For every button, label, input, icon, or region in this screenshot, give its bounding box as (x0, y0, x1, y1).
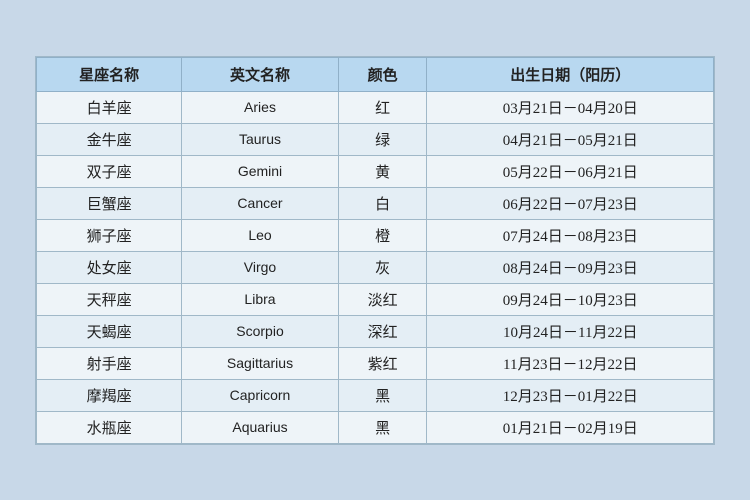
table-cell-5-3: 08月24日－09月23日 (427, 251, 714, 283)
table-cell-0-1: Aries (182, 91, 339, 123)
table-cell-2-2: 黄 (338, 155, 427, 187)
table-cell-7-1: Scorpio (182, 315, 339, 347)
table-cell-8-0: 射手座 (37, 347, 182, 379)
table-cell-8-1: Sagittarius (182, 347, 339, 379)
table-cell-6-2: 淡红 (338, 283, 427, 315)
table-cell-10-3: 01月21日－02月19日 (427, 411, 714, 443)
table-cell-2-1: Gemini (182, 155, 339, 187)
table-cell-0-0: 白羊座 (37, 91, 182, 123)
zodiac-table: 星座名称英文名称颜色出生日期（阳历） 白羊座Aries红03月21日－04月20… (36, 57, 714, 444)
table-cell-9-0: 摩羯座 (37, 379, 182, 411)
table-cell-10-2: 黑 (338, 411, 427, 443)
table-cell-4-1: Leo (182, 219, 339, 251)
table-row: 双子座Gemini黄05月22日－06月21日 (37, 155, 714, 187)
table-header-row: 星座名称英文名称颜色出生日期（阳历） (37, 57, 714, 91)
table-cell-5-2: 灰 (338, 251, 427, 283)
table-cell-7-0: 天蝎座 (37, 315, 182, 347)
table-cell-4-3: 07月24日－08月23日 (427, 219, 714, 251)
table-header-col-0: 星座名称 (37, 57, 182, 91)
table-cell-3-1: Cancer (182, 187, 339, 219)
table-row: 天秤座Libra淡红09月24日－10月23日 (37, 283, 714, 315)
table-cell-0-2: 红 (338, 91, 427, 123)
table-cell-4-2: 橙 (338, 219, 427, 251)
table-cell-0-3: 03月21日－04月20日 (427, 91, 714, 123)
table-cell-6-0: 天秤座 (37, 283, 182, 315)
table-header-col-1: 英文名称 (182, 57, 339, 91)
table-cell-2-3: 05月22日－06月21日 (427, 155, 714, 187)
table-cell-1-0: 金牛座 (37, 123, 182, 155)
table-cell-8-2: 紫红 (338, 347, 427, 379)
table-header-col-3: 出生日期（阳历） (427, 57, 714, 91)
table-row: 摩羯座Capricorn黑12月23日－01月22日 (37, 379, 714, 411)
table-cell-1-3: 04月21日－05月21日 (427, 123, 714, 155)
table-cell-8-3: 11月23日－12月22日 (427, 347, 714, 379)
table-row: 白羊座Aries红03月21日－04月20日 (37, 91, 714, 123)
table-cell-3-2: 白 (338, 187, 427, 219)
table-body: 白羊座Aries红03月21日－04月20日金牛座Taurus绿04月21日－0… (37, 91, 714, 443)
table-cell-7-2: 深红 (338, 315, 427, 347)
table-row: 射手座Sagittarius紫红11月23日－12月22日 (37, 347, 714, 379)
table-cell-6-3: 09月24日－10月23日 (427, 283, 714, 315)
table-header-col-2: 颜色 (338, 57, 427, 91)
table-row: 金牛座Taurus绿04月21日－05月21日 (37, 123, 714, 155)
table-cell-5-1: Virgo (182, 251, 339, 283)
table-row: 水瓶座Aquarius黑01月21日－02月19日 (37, 411, 714, 443)
table-cell-1-2: 绿 (338, 123, 427, 155)
table-row: 天蝎座Scorpio深红10月24日－11月22日 (37, 315, 714, 347)
table-cell-10-1: Aquarius (182, 411, 339, 443)
table-cell-6-1: Libra (182, 283, 339, 315)
table-cell-9-3: 12月23日－01月22日 (427, 379, 714, 411)
zodiac-table-container: 星座名称英文名称颜色出生日期（阳历） 白羊座Aries红03月21日－04月20… (35, 56, 715, 445)
table-cell-9-2: 黑 (338, 379, 427, 411)
table-row: 处女座Virgo灰08月24日－09月23日 (37, 251, 714, 283)
table-cell-5-0: 处女座 (37, 251, 182, 283)
table-row: 狮子座Leo橙07月24日－08月23日 (37, 219, 714, 251)
table-cell-7-3: 10月24日－11月22日 (427, 315, 714, 347)
table-cell-1-1: Taurus (182, 123, 339, 155)
table-cell-3-3: 06月22日－07月23日 (427, 187, 714, 219)
table-cell-3-0: 巨蟹座 (37, 187, 182, 219)
table-cell-4-0: 狮子座 (37, 219, 182, 251)
table-cell-2-0: 双子座 (37, 155, 182, 187)
table-row: 巨蟹座Cancer白06月22日－07月23日 (37, 187, 714, 219)
table-cell-9-1: Capricorn (182, 379, 339, 411)
table-cell-10-0: 水瓶座 (37, 411, 182, 443)
